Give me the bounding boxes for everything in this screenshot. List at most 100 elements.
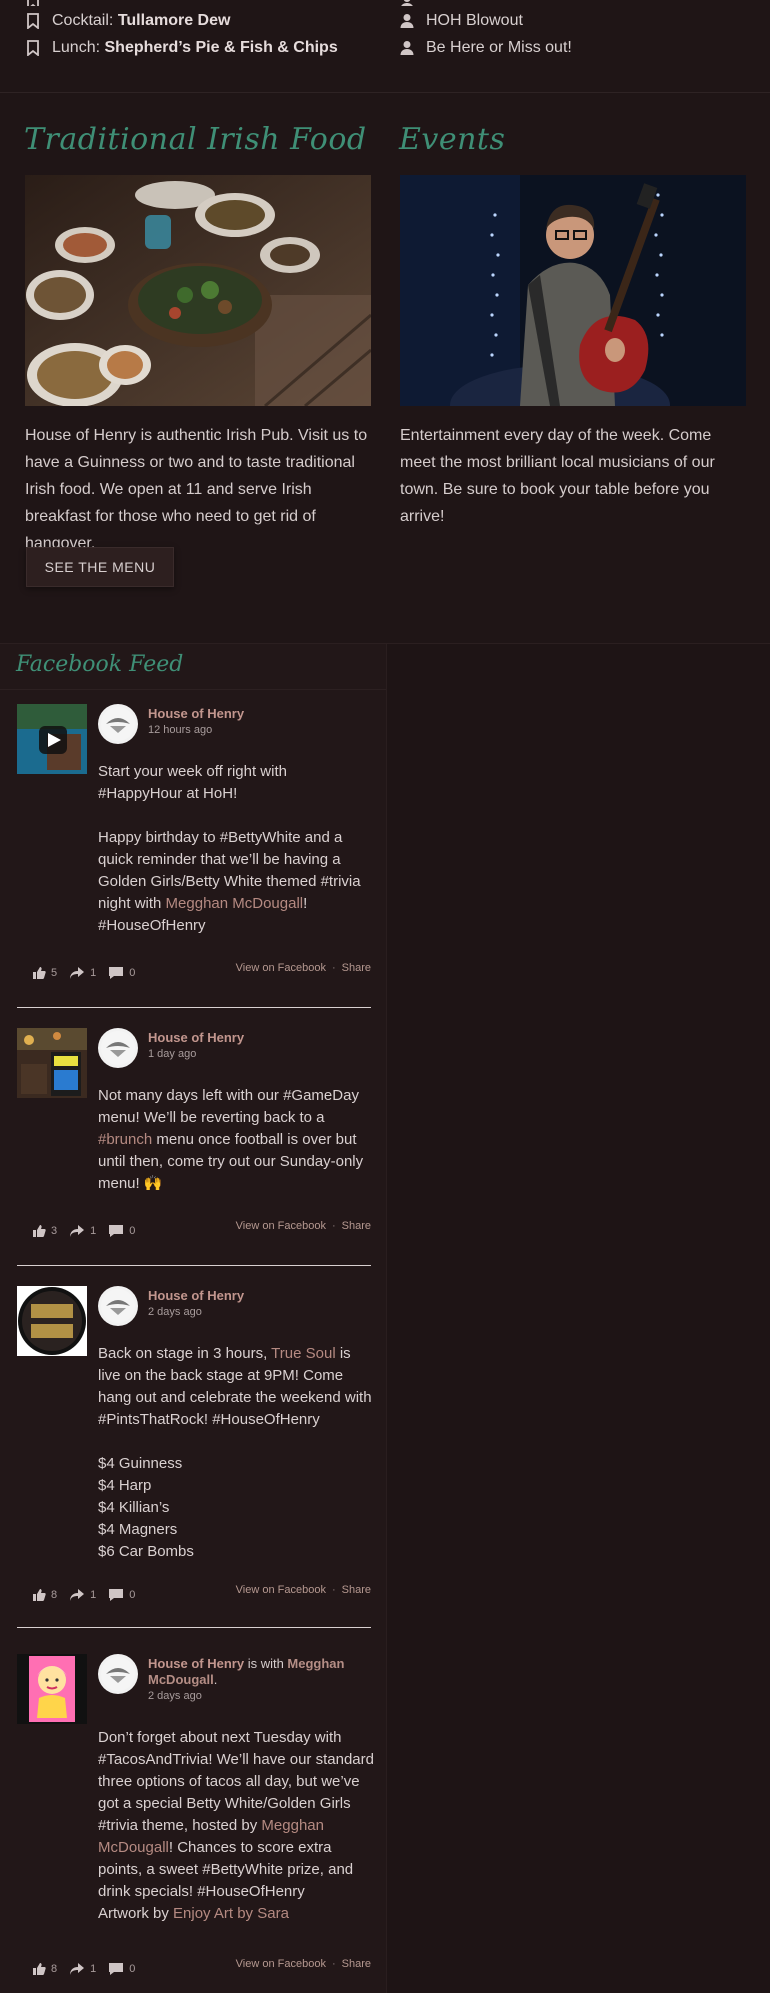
event-2-label: Be Here or Miss out! (426, 39, 572, 56)
post-author-name[interactable]: House of Henry (148, 1030, 244, 1045)
bookmark-icon (26, 40, 40, 57)
post-author: House of Henry is with Megghan McDougall… (148, 1656, 374, 1688)
food-photo (25, 175, 371, 406)
post-text: Not many days left with our #GameDay men… (98, 1085, 374, 1195)
post-actions: View on Facebook · Share (235, 962, 371, 974)
share-arrow-icon (70, 1963, 85, 1975)
thumbs-up-icon (33, 1963, 46, 1975)
user-icon (400, 0, 414, 6)
comment-icon (109, 967, 124, 979)
likes-count: 8 (32, 1962, 57, 1976)
share-arrow-icon (70, 1589, 85, 1601)
post-time: 2 days ago (148, 1690, 202, 1702)
post-thumbnail-photo[interactable] (17, 1286, 87, 1356)
post-text-part: Don’t forget about next Tuesday with #Ta… (98, 1729, 374, 1834)
events-photo (400, 175, 746, 406)
shares-count: 1 (69, 1588, 96, 1602)
shares-count: 1 (69, 1962, 96, 1976)
view-on-facebook-link[interactable]: View on Facebook (236, 1958, 326, 1970)
post-time: 2 days ago (148, 1306, 202, 1318)
comments-count: 0 (108, 1588, 135, 1602)
post-actions: View on Facebook · Share (235, 1958, 371, 1970)
specials-row-event-1: HOH Blowout (400, 10, 523, 32)
user-icon (400, 40, 414, 56)
share-arrow-icon (70, 967, 85, 979)
divider (0, 689, 386, 690)
events-description: Entertainment every day of the week. Com… (400, 427, 715, 525)
mention-link[interactable]: True Soul (271, 1345, 335, 1362)
post-actions: View on Facebook · Share (235, 1584, 371, 1596)
post-stats: 5 1 0 (32, 964, 147, 982)
specials-row-lunch: Lunch: Shepherd’s Pie & Fish & Chips (26, 37, 338, 59)
specials-row-partial (26, 0, 52, 6)
hashtag-link[interactable]: #brunch (98, 1131, 152, 1148)
shares-count: 1 (69, 1224, 96, 1238)
page-avatar[interactable] (98, 1286, 138, 1326)
view-on-facebook-link[interactable]: View on Facebook (236, 962, 326, 974)
comment-icon (109, 1963, 124, 1975)
food-section-title: Traditional Irish Food (24, 122, 367, 157)
lunch-label: Lunch: (52, 39, 101, 56)
events-section-title: Events (399, 122, 506, 157)
lunch-value: Shepherd’s Pie & Fish & Chips (104, 39, 338, 56)
page-avatar[interactable] (98, 1028, 138, 1068)
event-1-label: HOH Blowout (426, 12, 523, 29)
specials-section: Cocktail: Tullamore Dew Lunch: Shepherd’… (0, 0, 770, 93)
post-thumbnail-video[interactable] (17, 704, 87, 774)
post-thumbnail-artwork[interactable] (17, 1654, 87, 1724)
post-text-part: Back on stage in 3 hours, (98, 1345, 272, 1362)
see-the-menu-button[interactable]: SEE THE MENU (26, 547, 174, 587)
share-link[interactable]: Share (342, 1584, 371, 1596)
cocktail-value: Tullamore Dew (117, 12, 231, 29)
share-link[interactable]: Share (342, 1220, 371, 1232)
post-text: Don’t forget about next Tuesday with #Ta… (98, 1727, 374, 1925)
post-text-part: Start your week off right with #HappyHou… (98, 763, 361, 912)
post-stats: 8 1 0 (32, 1586, 147, 1604)
food-description: House of Henry is authentic Irish Pub. V… (25, 427, 368, 552)
comment-icon (109, 1589, 124, 1601)
post-text: Start your week off right with #HappyHou… (98, 761, 374, 937)
view-on-facebook-link[interactable]: View on Facebook (236, 1220, 326, 1232)
facebook-section: Facebook Feed House of Henry 12 hours ag… (0, 643, 770, 1993)
comments-count: 0 (108, 966, 135, 980)
likes-count: 8 (32, 1588, 57, 1602)
comment-icon (109, 1225, 124, 1237)
comments-count: 0 (108, 1224, 135, 1238)
thumbs-up-icon (33, 967, 46, 979)
specials-row-event-2: Be Here or Miss out! (400, 37, 572, 59)
post-author[interactable]: House of Henry (148, 1030, 244, 1045)
bookmark-icon (26, 13, 40, 30)
post-time: 1 day ago (148, 1048, 197, 1060)
post-actions: View on Facebook · Share (235, 1220, 371, 1232)
share-link[interactable]: Share (342, 962, 371, 974)
user-icon (400, 13, 414, 29)
likes-count: 3 (32, 1224, 57, 1238)
share-link[interactable]: Share (342, 1958, 371, 1970)
post-with-end: . (213, 1672, 218, 1687)
post-thumbnail-photo[interactable] (17, 1028, 87, 1098)
thumbs-up-icon (33, 1589, 46, 1601)
page-avatar[interactable] (98, 704, 138, 744)
page: Cocktail: Tullamore Dew Lunch: Shepherd’… (0, 0, 770, 1993)
mention-link[interactable]: Enjoy Art by Sara (173, 1905, 289, 1922)
post-stats: 3 1 0 (32, 1222, 147, 1240)
view-on-facebook-link[interactable]: View on Facebook (236, 1584, 326, 1596)
post-author[interactable]: House of Henry (148, 1288, 244, 1303)
post-text: Back on stage in 3 hours, True Soul is l… (98, 1343, 374, 1563)
specials-row-partial (400, 0, 426, 6)
cocktail-label: Cocktail: (52, 12, 114, 29)
post-stats: 8 1 0 (32, 1960, 147, 1978)
post-author-name[interactable]: House of Henry (148, 706, 244, 721)
shares-count: 1 (69, 966, 96, 980)
thumbs-up-icon (33, 1225, 46, 1237)
post-author[interactable]: House of Henry (148, 706, 244, 721)
comments-count: 0 (108, 1962, 135, 1976)
post-author-name[interactable]: House of Henry (148, 1656, 244, 1671)
post-time: 12 hours ago (148, 724, 213, 736)
post-author-name[interactable]: House of Henry (148, 1288, 244, 1303)
post-divider (17, 1007, 371, 1008)
post-divider (17, 1627, 371, 1628)
mention-link[interactable]: Megghan McDougall (166, 895, 304, 912)
facebook-feed-title: Facebook Feed (16, 652, 184, 677)
page-avatar[interactable] (98, 1654, 138, 1694)
